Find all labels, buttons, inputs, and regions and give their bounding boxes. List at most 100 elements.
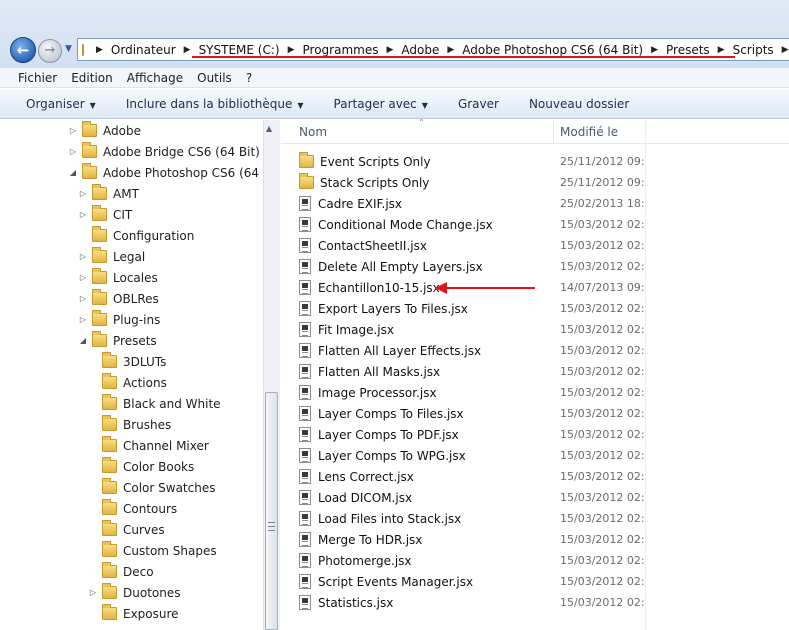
file-row[interactable]: Cadre EXIF.jsx 25/02/2013 18:0 bbox=[299, 193, 779, 214]
tree-item[interactable]: 3DLUTs bbox=[88, 351, 166, 372]
breadcrumb-separator-icon[interactable]: ▶ bbox=[782, 45, 789, 55]
file-row[interactable]: Flatten All Layer Effects.jsx 15/03/2012 … bbox=[299, 340, 779, 361]
menu-affichage[interactable]: Affichage bbox=[127, 71, 183, 85]
tree-item[interactable]: Actions bbox=[88, 372, 167, 393]
tree-item[interactable]: Curves bbox=[88, 519, 165, 540]
breadcrumb-separator-icon[interactable]: ▶ bbox=[718, 45, 725, 55]
expand-icon[interactable]: ▷ bbox=[68, 147, 78, 156]
file-row[interactable]: Conditional Mode Change.jsx 15/03/2012 02… bbox=[299, 214, 779, 235]
expand-icon[interactable]: ▷ bbox=[78, 273, 88, 282]
file-row[interactable]: Statistics.jsx 15/03/2012 02:0 bbox=[299, 592, 779, 613]
file-row[interactable]: Layer Comps To PDF.jsx 15/03/2012 02:0 bbox=[299, 424, 779, 445]
file-row[interactable]: Fit Image.jsx 15/03/2012 02:0 bbox=[299, 319, 779, 340]
tree-item[interactable]: ▷ Plug-ins bbox=[78, 309, 160, 330]
column-header-name[interactable]: Nom bbox=[299, 125, 327, 139]
tree-item[interactable]: Brushes bbox=[88, 414, 171, 435]
tree-item[interactable]: ▷ Locales bbox=[78, 267, 158, 288]
file-row[interactable]: Merge To HDR.jsx 15/03/2012 02:0 bbox=[299, 529, 779, 550]
share-label: Partager avec bbox=[333, 96, 417, 111]
file-row[interactable]: Script Events Manager.jsx 15/03/2012 02:0 bbox=[299, 571, 779, 592]
tree-item[interactable]: ▷ Adobe bbox=[68, 120, 141, 141]
file-row[interactable]: Image Processor.jsx 15/03/2012 02:0 bbox=[299, 382, 779, 403]
file-row[interactable]: Layer Comps To WPG.jsx 15/03/2012 02:0 bbox=[299, 445, 779, 466]
expand-icon[interactable]: ▷ bbox=[78, 189, 88, 198]
expand-icon[interactable]: ▷ bbox=[78, 315, 88, 324]
tree-item[interactable]: ◢ Presets bbox=[78, 330, 157, 351]
breadcrumb-programmes[interactable]: Programmes bbox=[303, 43, 379, 57]
organize-button[interactable]: Organiser ▼ bbox=[26, 97, 96, 111]
tree-item[interactable]: Deco bbox=[88, 561, 154, 582]
forward-button[interactable]: → bbox=[38, 39, 62, 63]
breadcrumb-photoshop[interactable]: Adobe Photoshop CS6 (64 Bit) bbox=[462, 43, 643, 57]
file-row[interactable]: Flatten All Masks.jsx 15/03/2012 02:0 bbox=[299, 361, 779, 382]
file-row[interactable]: Photomerge.jsx 15/03/2012 02:0 bbox=[299, 550, 779, 571]
file-row[interactable]: Delete All Empty Layers.jsx 15/03/2012 02… bbox=[299, 256, 779, 277]
tree-item-label: Adobe Photoshop CS6 (64 Bit) bbox=[103, 165, 263, 180]
tree-item[interactable]: ◢ Adobe Photoshop CS6 (64 Bit) bbox=[68, 162, 263, 183]
share-with-button[interactable]: Partager avec ▼ bbox=[334, 97, 428, 111]
tree-item[interactable]: ▷ AMT bbox=[78, 183, 139, 204]
breadcrumb-separator-icon[interactable]: ▶ bbox=[651, 45, 658, 55]
back-button[interactable]: ← bbox=[10, 37, 36, 63]
script-file-icon bbox=[299, 301, 311, 316]
menu-help[interactable]: ? bbox=[246, 71, 252, 85]
expand-icon[interactable]: ▷ bbox=[78, 252, 88, 261]
expand-icon[interactable]: ▷ bbox=[78, 294, 88, 303]
collapse-icon[interactable]: ◢ bbox=[78, 336, 88, 345]
tree-item[interactable]: Configuration bbox=[78, 225, 194, 246]
recent-pages-dropdown-icon[interactable]: ▼ bbox=[65, 44, 72, 54]
file-row[interactable]: Load Files into Stack.jsx 15/03/2012 02:0 bbox=[299, 508, 779, 529]
expand-icon[interactable]: ▷ bbox=[88, 588, 98, 597]
tree-item[interactable]: ▷ Legal bbox=[78, 246, 145, 267]
tree-item[interactable]: ▷ Adobe Bridge CS6 (64 Bit) bbox=[68, 141, 260, 162]
menu-edition[interactable]: Edition bbox=[71, 71, 113, 85]
expand-icon[interactable]: ▷ bbox=[68, 126, 78, 135]
menu-outils[interactable]: Outils bbox=[197, 71, 232, 85]
breadcrumb-adobe[interactable]: Adobe bbox=[401, 43, 439, 57]
tree-item[interactable]: Custom Shapes bbox=[88, 540, 217, 561]
file-row[interactable]: Echantillon10-15.jsx 14/07/2013 09:1 bbox=[299, 277, 779, 298]
column-header-date[interactable]: Modifié le bbox=[560, 125, 618, 139]
folder-icon bbox=[102, 541, 117, 557]
new-folder-button[interactable]: Nouveau dossier bbox=[529, 97, 629, 111]
folder-row[interactable]: Stack Scripts Only 25/11/2012 09:5 bbox=[299, 172, 779, 193]
breadcrumb-separator-icon[interactable]: ▶ bbox=[288, 45, 295, 55]
annotation-underline bbox=[192, 56, 735, 58]
include-library-button[interactable]: Inclure dans la bibliothèque ▼ bbox=[126, 97, 304, 111]
file-row[interactable]: Export Layers To Files.jsx 15/03/2012 02:… bbox=[299, 298, 779, 319]
file-row[interactable]: Lens Correct.jsx 15/03/2012 02:0 bbox=[299, 466, 779, 487]
file-row[interactable]: ContactSheetII.jsx 15/03/2012 02:0 bbox=[299, 235, 779, 256]
breadcrumb-scripts[interactable]: Scripts bbox=[733, 43, 774, 57]
tree-item[interactable]: Black and White bbox=[88, 393, 221, 414]
breadcrumb-separator-icon[interactable]: ▶ bbox=[447, 45, 454, 55]
file-modified-date: 15/03/2012 02:0 bbox=[560, 218, 645, 231]
breadcrumb-separator-icon[interactable]: ▶ bbox=[386, 45, 393, 55]
folder-row[interactable]: Event Scripts Only 25/11/2012 09:5 bbox=[299, 151, 779, 172]
dropdown-arrow-icon: ▼ bbox=[89, 100, 96, 110]
breadcrumb-separator-icon[interactable]: ▶ bbox=[96, 45, 103, 55]
breadcrumb-systeme[interactable]: SYSTEME (C:) bbox=[199, 43, 280, 57]
tree-item[interactable]: Channel Mixer bbox=[88, 435, 209, 456]
tree-item-label: Configuration bbox=[113, 228, 195, 243]
tree-item[interactable]: Color Swatches bbox=[88, 477, 215, 498]
file-row[interactable]: Layer Comps To Files.jsx 15/03/2012 02:0 bbox=[299, 403, 779, 424]
breadcrumb-ordinateur[interactable]: Ordinateur bbox=[111, 43, 176, 57]
folder-icon bbox=[82, 43, 84, 56]
file-row[interactable]: Load DICOM.jsx 15/03/2012 02:0 bbox=[299, 487, 779, 508]
column-divider[interactable] bbox=[553, 120, 554, 144]
tree-item[interactable]: Exposure bbox=[88, 603, 179, 624]
scroll-up-icon[interactable]: ▲ bbox=[266, 124, 272, 133]
burn-button[interactable]: Graver bbox=[458, 97, 499, 111]
tree-scrollbar-thumb[interactable] bbox=[265, 392, 278, 630]
tree-item[interactable]: ▷ OBLRes bbox=[78, 288, 159, 309]
tree-item[interactable]: ▷ Duotones bbox=[88, 582, 180, 603]
breadcrumb-presets[interactable]: Presets bbox=[666, 43, 710, 57]
collapse-icon[interactable]: ◢ bbox=[68, 168, 78, 177]
annotation-arrow-head bbox=[435, 282, 447, 294]
menu-fichier[interactable]: Fichier bbox=[18, 71, 57, 85]
breadcrumb-separator-icon[interactable]: ▶ bbox=[184, 45, 191, 55]
tree-item[interactable]: Contours bbox=[88, 498, 177, 519]
expand-icon[interactable]: ▷ bbox=[78, 210, 88, 219]
tree-item[interactable]: Color Books bbox=[88, 456, 194, 477]
tree-item[interactable]: ▷ CIT bbox=[78, 204, 132, 225]
